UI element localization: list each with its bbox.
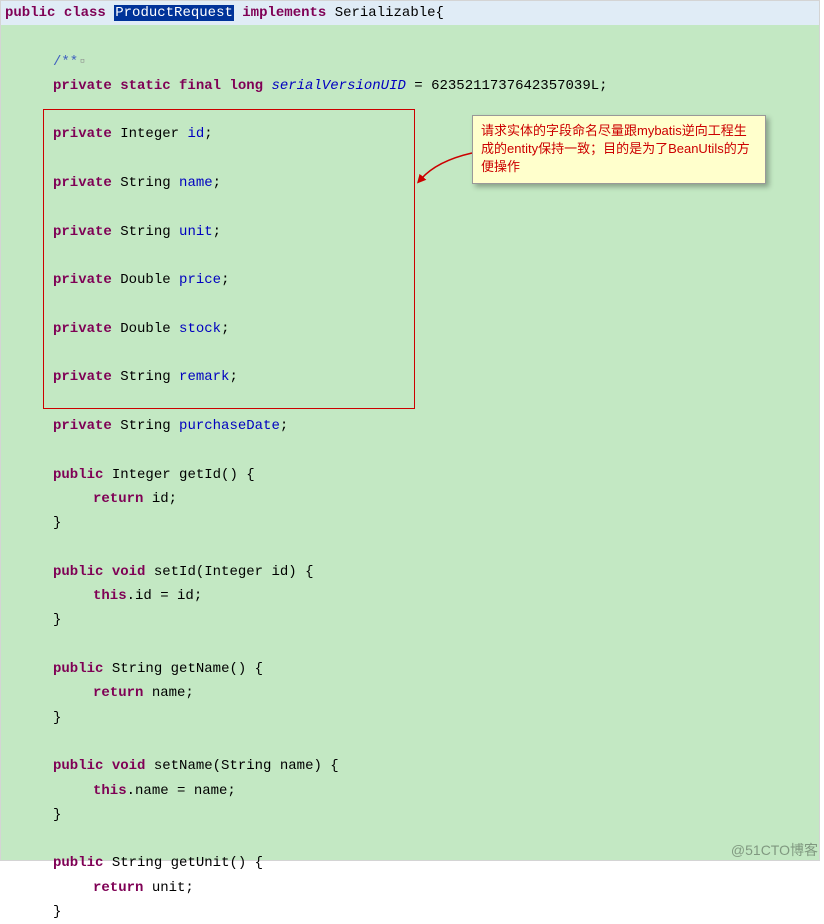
method-body: return name; bbox=[1, 681, 819, 705]
iface: Serializable{ bbox=[335, 5, 444, 21]
method-close: } bbox=[1, 706, 819, 730]
kw-implements: implements bbox=[242, 5, 326, 21]
blank-line bbox=[1, 438, 819, 462]
class-declaration: public class ProductRequest implements S… bbox=[1, 1, 819, 25]
method-sig: public void setName(String name) { bbox=[1, 754, 819, 778]
fold-icon[interactable]: ▫ bbox=[78, 54, 86, 70]
method-body: return id; bbox=[1, 487, 819, 511]
method-close: } bbox=[1, 900, 819, 924]
javadoc-comment: /**▫ bbox=[1, 50, 819, 74]
method-sig: public Integer getId() { bbox=[1, 463, 819, 487]
blank-line bbox=[1, 25, 819, 49]
blank-line bbox=[1, 827, 819, 851]
kw-public: public bbox=[5, 5, 55, 21]
method-sig: public String getName() { bbox=[1, 657, 819, 681]
blank-line bbox=[1, 536, 819, 560]
highlight-box bbox=[43, 109, 415, 409]
method-sig: public void setId(Integer id) { bbox=[1, 560, 819, 584]
serial-version-line: private static final long serialVersionU… bbox=[1, 74, 819, 98]
code-editor: public class ProductRequest implements S… bbox=[0, 0, 820, 861]
annotation-text: 请求实体的字段命名尽量跟mybatis逆向工程生成的entity保持一致；目的是… bbox=[481, 123, 750, 174]
blank-line bbox=[1, 730, 819, 754]
watermark: @51CTO博客 bbox=[731, 840, 818, 860]
method-close: } bbox=[1, 511, 819, 535]
method-close: } bbox=[1, 608, 819, 632]
class-name-highlight: ProductRequest bbox=[114, 5, 234, 21]
method-close: } bbox=[1, 803, 819, 827]
method-body: return unit; bbox=[1, 876, 819, 900]
method-body: this.name = name; bbox=[1, 779, 819, 803]
annotation-callout: 请求实体的字段命名尽量跟mybatis逆向工程生成的entity保持一致；目的是… bbox=[472, 115, 766, 184]
kw-class: class bbox=[64, 5, 106, 21]
blank-line bbox=[1, 633, 819, 657]
method-body: this.id = id; bbox=[1, 584, 819, 608]
field-line: private String purchaseDate; bbox=[1, 414, 819, 438]
